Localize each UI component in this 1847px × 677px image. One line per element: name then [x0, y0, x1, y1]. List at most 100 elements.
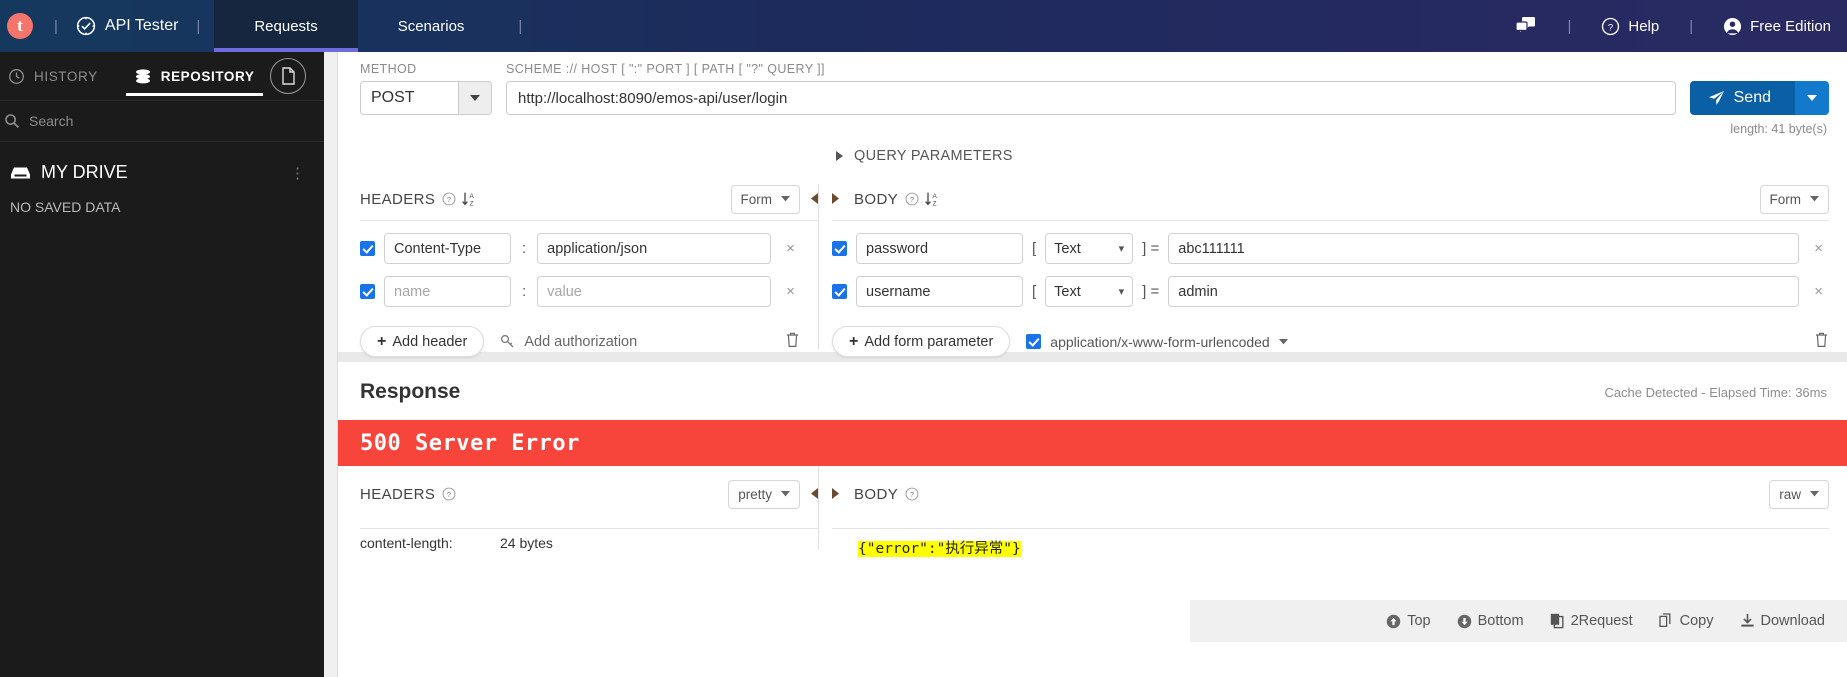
body-divider [832, 220, 1829, 221]
help-button[interactable]: ? Help [1585, 17, 1675, 36]
response-header-row-1-key: content-length: [360, 535, 453, 551]
top-navigation-bar: t | API Tester | Requests Scenarios | | [0, 0, 1847, 52]
method-field: METHOD POST [360, 62, 492, 115]
body-row-1-type-select[interactable]: Text ▾ [1045, 233, 1134, 264]
method-value: POST [371, 89, 415, 106]
to-request-button[interactable]: 2Request [1550, 613, 1633, 629]
body-row-1-checkbox[interactable] [832, 241, 847, 256]
headers-view-mode-value: Form [740, 191, 773, 207]
response-status-banner: 500 Server Error [338, 420, 1847, 466]
download-button[interactable]: Download [1740, 613, 1826, 629]
header-row-2-value-input[interactable]: value [537, 276, 772, 307]
scroll-top-button[interactable]: Top [1386, 613, 1431, 629]
headers-title: HEADERS [360, 190, 436, 208]
sidebar: HISTORY REPOSITORY Search MY DRIVE ⋮ NO … [0, 52, 324, 677]
svg-text:Z: Z [470, 200, 474, 207]
headers-panel: HEADERS ? AZ Form Content-Type: applica… [338, 184, 818, 357]
sidebar-drive-label: MY DRIVE [41, 162, 128, 182]
body-row-2-type-select[interactable]: Text ▾ [1045, 276, 1134, 307]
new-document-button[interactable] [270, 58, 306, 94]
body-trash-button[interactable] [1814, 331, 1829, 353]
url-input[interactable]: http://localhost:8090/emos-api/user/logi… [506, 81, 1676, 115]
scroll-bottom-button[interactable]: Bottom [1457, 613, 1524, 629]
question-circle-icon[interactable]: ? [442, 487, 456, 501]
method-select[interactable]: POST [360, 81, 492, 115]
body-row-2-name-input[interactable]: username [856, 276, 1023, 307]
body-expand-button[interactable] [832, 192, 840, 207]
header-row-2-name-input[interactable]: name [384, 276, 511, 307]
plus-icon: + [377, 332, 387, 350]
response-body-expand-button[interactable] [832, 487, 840, 502]
response-body-view-mode-value: raw [1779, 486, 1801, 502]
content-type-toggle[interactable]: application/x-www-form-urlencoded [1026, 333, 1288, 350]
add-form-parameter-label: Add form parameter [864, 333, 994, 350]
add-authorization-button[interactable]: Add authorization [500, 334, 637, 350]
send-button-main[interactable]: Send [1689, 81, 1795, 115]
question-circle-icon[interactable]: ? [905, 487, 919, 501]
content-type-label: application/x-www-form-urlencoded [1050, 333, 1270, 350]
header-row-1-checkbox[interactable] [360, 241, 375, 256]
send-options-dropdown[interactable] [1795, 81, 1829, 115]
question-circle-icon[interactable]: ? [442, 192, 456, 206]
body-row-1-value-input[interactable]: abc111111 [1168, 233, 1800, 264]
body-actions-row: + Add form parameter application/x-www-f… [832, 326, 1847, 357]
header-row-1-name-input[interactable]: Content-Type [384, 233, 511, 264]
tab-requests[interactable]: Requests [214, 0, 359, 52]
question-circle-icon[interactable]: ? [905, 192, 919, 206]
add-form-parameter-button[interactable]: + Add form parameter [832, 326, 1011, 357]
sidebar-search-input[interactable]: Search [29, 113, 73, 129]
kebab-menu-icon[interactable]: ⋮ [290, 164, 306, 182]
sidebar-tab-history[interactable]: HISTORY [0, 52, 98, 100]
headers-collapse-button[interactable] [810, 192, 818, 207]
svg-text:A: A [470, 193, 475, 200]
body-row-2-value-input[interactable]: admin [1168, 276, 1800, 307]
help-label: Help [1628, 17, 1660, 35]
body-header-controls: Form [1759, 184, 1829, 214]
header-row-2-checkbox[interactable] [360, 284, 375, 299]
content-type-checkbox[interactable] [1026, 334, 1042, 349]
request-panel: METHOD POST SCHEME :// HOST [ ":" PORT ]… [338, 52, 1847, 357]
sidebar-search[interactable]: Search [0, 100, 324, 142]
sort-az-icon[interactable]: AZ [461, 191, 476, 207]
add-header-button[interactable]: + Add header [360, 326, 485, 357]
headers-trash-button[interactable] [785, 331, 800, 353]
header-row-1-remove-button[interactable]: × [780, 240, 801, 257]
header-row-1-value-input[interactable]: application/json [537, 233, 772, 264]
chat-icon [1515, 16, 1537, 36]
arrow-up-circle-icon [1386, 614, 1401, 629]
body-view-mode-value: Form [1769, 191, 1802, 207]
response-headers-view-mode-select[interactable]: pretty [728, 479, 800, 509]
query-parameters-row: QUERY PARAMETERS [338, 136, 1847, 166]
download-label: Download [1760, 613, 1826, 629]
response-vertical-divider [818, 466, 819, 550]
send-button[interactable]: Send [1689, 81, 1829, 115]
sidebar-item-my-drive[interactable]: MY DRIVE ⋮ [0, 142, 324, 183]
headers-panel-header: HEADERS ? AZ Form [360, 184, 818, 214]
sidebar-tab-repository[interactable]: REPOSITORY [125, 52, 263, 100]
body-row-1-name-input[interactable]: password [856, 233, 1023, 264]
main-scroll-gutter[interactable] [324, 52, 338, 677]
headers-view-mode-select[interactable]: Form [730, 184, 800, 214]
tab-scenarios[interactable]: Scenarios [358, 0, 505, 52]
copy-button[interactable]: Copy [1658, 613, 1714, 629]
response-body-view-mode-select[interactable]: raw [1769, 479, 1829, 509]
body-row-2-checkbox[interactable] [832, 284, 847, 299]
headers-header-controls: Form [730, 184, 818, 214]
response-headers-collapse-button[interactable] [810, 487, 818, 502]
tab-scenarios-label: Scenarios [397, 17, 465, 35]
sidebar-tab-repository-label: REPOSITORY [160, 68, 255, 84]
account-button[interactable]: Free Edition [1707, 17, 1847, 36]
svg-text:?: ? [447, 195, 451, 204]
drive-icon [10, 165, 31, 181]
header-row-2-remove-button[interactable]: × [780, 283, 801, 300]
query-parameters-toggle[interactable]: QUERY PARAMETERS [836, 148, 1013, 164]
sort-az-icon[interactable]: AZ [924, 191, 939, 207]
brand-link[interactable]: API Tester [72, 16, 183, 36]
body-row-2-remove-button[interactable]: × [1808, 283, 1829, 300]
body-row-1-remove-button[interactable]: × [1808, 240, 1829, 257]
chat-button[interactable] [1499, 16, 1553, 36]
body-title: BODY [854, 190, 899, 208]
body-view-mode-select[interactable]: Form [1759, 184, 1829, 214]
app-logo[interactable]: t [0, 13, 40, 39]
response-headers-view-mode-value: pretty [738, 486, 772, 502]
